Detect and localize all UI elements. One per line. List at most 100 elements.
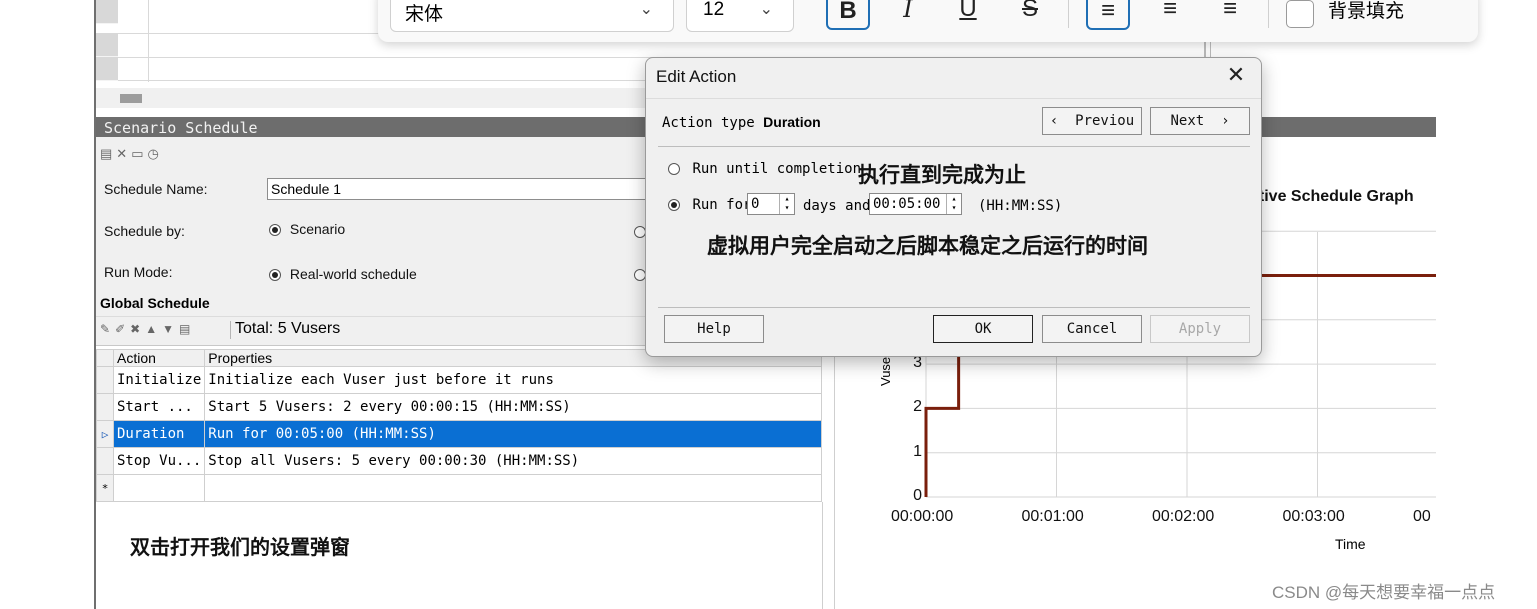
schedule-name-label: Schedule Name: <box>104 181 208 197</box>
row-header[interactable] <box>96 0 118 24</box>
action-type-value: Duration <box>763 114 821 130</box>
rename-icon[interactable]: ▭ <box>131 146 147 161</box>
annotation-completion: 执行直到完成为止 <box>858 162 1026 187</box>
fill-label: 背景填充 <box>1328 1 1405 22</box>
help-button[interactable]: Help <box>664 315 764 343</box>
text-format-toolbar: 宋体 ⌄ 12 ⌄ B I U S ≡ ≡ ≡ 背景填充 <box>378 0 1478 42</box>
edit-action-icon[interactable]: ✐ <box>115 322 130 336</box>
move-down-icon[interactable]: ▼ <box>162 322 179 336</box>
font-size-select[interactable]: 12 ⌄ <box>686 0 794 32</box>
ok-button[interactable]: OK <box>933 315 1033 343</box>
y-tick-label: 2 <box>913 398 922 416</box>
align-right-icon: ≡ <box>1222 0 1237 22</box>
row-header[interactable] <box>96 33 118 57</box>
run-mode-value: Real-world schedule <box>289 266 417 282</box>
table-row-selected[interactable]: ▷ Duration Run for 00:05:00 (HH:MM:SS) <box>96 420 822 448</box>
chevron-down-icon: ⌄ <box>639 1 653 18</box>
apply-button[interactable]: Apply <box>1150 315 1250 343</box>
properties-cell: Run for 00:05:00 (HH:MM:SS) <box>204 420 822 448</box>
time-unit-label: (HH:MM:SS) <box>978 198 1063 214</box>
dialog-title: Edit Action <box>656 67 737 86</box>
schedule-name-input[interactable]: Schedule 1 <box>267 178 656 200</box>
next-label: Next <box>1170 113 1205 129</box>
x-tick-label: 00:00:00 <box>891 508 954 525</box>
close-icon[interactable]: ✕ <box>1225 62 1247 88</box>
align-left-button[interactable]: ≡ <box>1086 0 1130 30</box>
radio-selected-icon <box>668 199 680 211</box>
scroll-thumb[interactable] <box>120 94 142 103</box>
radio-selected-icon <box>269 269 281 282</box>
schedule-info-icon[interactable]: ◷ <box>148 146 163 161</box>
previous-label: Previou <box>1075 113 1135 129</box>
y-tick-label: 1 <box>913 442 922 460</box>
align-center-icon: ≡ <box>1162 0 1177 22</box>
annotation-run-for: 虚拟用户完全启动之后脚本稳定之后运行的时间 <box>707 233 1148 258</box>
previous-button[interactable]: ‹ Previou <box>1042 107 1142 135</box>
time-spinner[interactable]: 00:05:00 ▴ ▾ <box>869 193 962 215</box>
italic-button[interactable]: I <box>886 0 930 30</box>
spin-arrows-icon[interactable]: ▴ ▾ <box>779 194 794 214</box>
copy-icon[interactable]: ▤ <box>179 322 195 336</box>
global-schedule-title: Global Schedule <box>100 295 210 311</box>
days-label: days and <box>803 198 871 214</box>
chevron-down-icon: ⌄ <box>759 1 773 18</box>
days-value: 0 <box>751 196 760 212</box>
scenario-panel: ▤✕▭◷ Schedule Name: Schedule 1 Schedule … <box>96 137 656 294</box>
x-tick-label: 00 <box>1413 508 1431 525</box>
chevron-right-icon: › <box>1221 113 1230 129</box>
run-until-completion-radio[interactable]: Run until completion <box>668 161 861 177</box>
run-mode-realworld-radio[interactable]: Real-world schedule <box>269 266 417 282</box>
annotation-double-click: 双击打开我们的设置弹窗 <box>130 535 350 559</box>
table-row[interactable]: Start ... Start 5 Vusers: 2 every 00:00:… <box>96 393 822 421</box>
table-row-new[interactable]: * <box>96 474 822 502</box>
time-value: 00:05:00 <box>873 196 941 212</box>
add-action-icon[interactable]: ✎ <box>100 322 115 336</box>
align-right-button[interactable]: ≡ <box>1208 0 1252 30</box>
delete-action-icon[interactable]: ✖ <box>130 322 145 336</box>
font-size-value: 12 <box>703 0 725 20</box>
next-button[interactable]: Next › <box>1150 107 1250 135</box>
radio-selected-icon <box>269 224 281 237</box>
new-schedule-icon[interactable]: ▤ <box>100 146 116 161</box>
font-family-select[interactable]: 宋体 ⌄ <box>390 0 674 32</box>
bold-button[interactable]: B <box>826 0 870 30</box>
new-row-marker: * <box>96 474 114 502</box>
fill-checkbox[interactable] <box>1286 0 1314 28</box>
schedule-by-value: Scenario <box>289 221 346 237</box>
scenario-toolbar: ▤✕▭◷ <box>100 146 163 162</box>
schedule-by-label: Schedule by: <box>104 223 185 239</box>
action-cell: Stop Vu... <box>112 447 206 475</box>
move-up-icon[interactable]: ▲ <box>145 322 162 336</box>
table-row[interactable]: Initialize Initialize each Vuser just be… <box>96 366 822 394</box>
run-for-radio[interactable]: Run for <box>668 197 751 213</box>
action-cell: Duration <box>112 420 206 448</box>
delete-icon[interactable]: ✕ <box>116 146 131 161</box>
cancel-button[interactable]: Cancel <box>1042 315 1142 343</box>
run-for-label: Run for <box>692 197 752 213</box>
table-row[interactable]: Stop Vu... Stop all Vusers: 5 every 00:0… <box>96 447 822 475</box>
y-tick-label: 0 <box>913 487 922 504</box>
strikethrough-button[interactable]: S <box>1008 0 1052 30</box>
action-cell: Initialize <box>112 366 206 394</box>
action-cell: Start ... <box>112 393 206 421</box>
align-center-button[interactable]: ≡ <box>1148 0 1192 30</box>
y-axis-label: Vuse <box>878 356 893 386</box>
underline-button[interactable]: U <box>946 0 990 30</box>
current-row-marker: ▷ <box>96 420 114 448</box>
properties-cell: Stop all Vusers: 5 every 00:00:30 (HH:MM… <box>204 447 822 475</box>
row-header[interactable] <box>96 57 118 81</box>
spin-arrows-icon[interactable]: ▴ ▾ <box>946 194 961 214</box>
font-family-value: 宋体 <box>405 3 444 25</box>
global-schedule-table: Action Properties Initialize Initialize … <box>96 349 822 502</box>
align-left-icon: ≡ <box>1100 0 1115 24</box>
action-type-label: Action type <box>662 115 755 131</box>
x-tick-label: 00:01:00 <box>1021 508 1084 525</box>
schedule-by-scenario-radio[interactable]: Scenario <box>269 221 345 237</box>
scenario-schedule-title: Scenario Schedule <box>104 119 258 137</box>
total-vusers: Total: 5 Vusers <box>235 320 341 337</box>
days-spinner[interactable]: 0 ▴ ▾ <box>747 193 795 215</box>
column-header-action[interactable]: Action <box>112 349 206 367</box>
x-axis-label: Time <box>1335 536 1366 552</box>
run-mode-label: Run Mode: <box>104 264 173 280</box>
chevron-left-icon: ‹ <box>1049 113 1059 129</box>
